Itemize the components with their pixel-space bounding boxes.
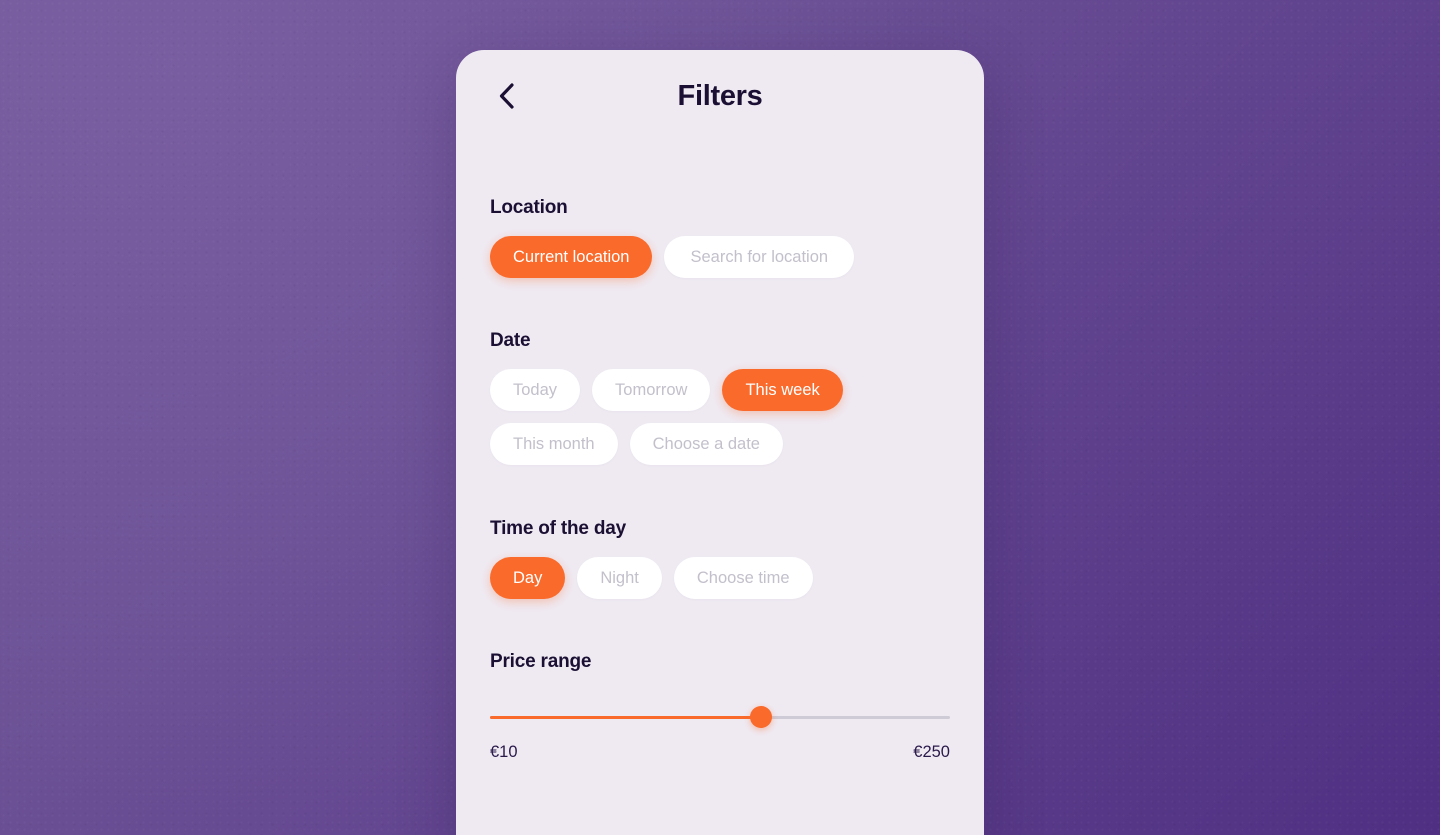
- section-title-location: Location: [490, 197, 568, 218]
- app-header: Filters: [456, 50, 984, 142]
- chip-night[interactable]: Night: [577, 557, 662, 599]
- price-max-label: €250: [913, 743, 950, 761]
- chip-tomorrow[interactable]: Tomorrow: [592, 369, 711, 411]
- chip-today[interactable]: Today: [490, 369, 581, 411]
- section-title-date: Date: [490, 330, 531, 351]
- page-title: Filters: [677, 79, 763, 112]
- price-range-slider[interactable]: [490, 705, 950, 729]
- chevron-left-icon: [499, 83, 514, 109]
- price-min-label: €10: [490, 743, 518, 761]
- filters-content: Location Current location Search for loc…: [456, 197, 984, 762]
- date-chip-row: Today Tomorrow This week This month Choo…: [490, 369, 950, 465]
- chip-choose-a-date[interactable]: Choose a date: [629, 423, 783, 465]
- section-price-range: Price range €10 €250: [490, 651, 950, 762]
- chip-this-month[interactable]: This month: [490, 423, 618, 465]
- slider-thumb[interactable]: [750, 706, 773, 728]
- section-date: Date Today Tomorrow This week This month…: [490, 330, 950, 465]
- section-location: Location Current location Search for loc…: [490, 197, 950, 278]
- section-title-time-of-day: Time of the day: [490, 518, 627, 539]
- filters-screen-card: Filters Location Current location Search…: [456, 50, 984, 835]
- back-button[interactable]: [486, 76, 526, 116]
- chip-search-for-location[interactable]: Search for location: [664, 236, 855, 278]
- slider-fill: [490, 716, 762, 719]
- location-chip-row: Current location Search for location: [490, 236, 950, 278]
- section-title-price-range: Price range: [490, 651, 592, 672]
- price-range-labels: €10 €250: [490, 743, 950, 762]
- chip-day[interactable]: Day: [490, 557, 566, 599]
- chip-this-week[interactable]: This week: [722, 369, 843, 411]
- section-time-of-day: Time of the day Day Night Choose time: [490, 518, 950, 599]
- time-chip-row: Day Night Choose time: [490, 557, 950, 599]
- chip-choose-time[interactable]: Choose time: [673, 557, 813, 599]
- chip-current-location[interactable]: Current location: [490, 236, 653, 278]
